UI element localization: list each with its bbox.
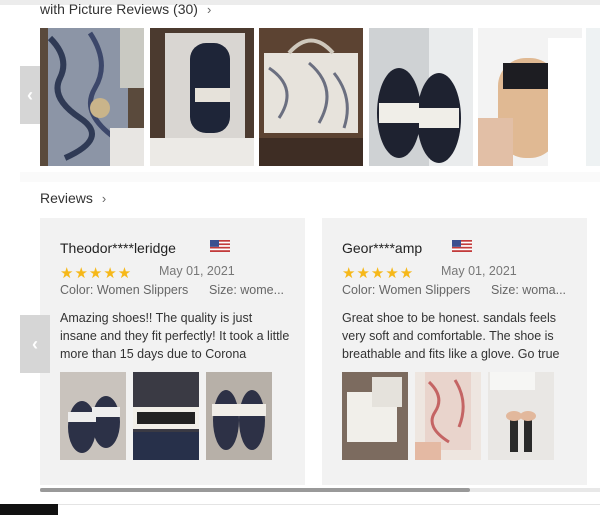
review-photo[interactable] <box>150 28 254 166</box>
review-color: Color: Women Slippers <box>342 283 471 297</box>
review-thumbnail[interactable] <box>206 372 272 460</box>
bottom-left-bar <box>0 504 58 515</box>
review-photo[interactable] <box>259 28 363 166</box>
review-photo[interactable] <box>369 28 473 166</box>
review-size: Size: wome... <box>209 283 285 297</box>
review-photo[interactable] <box>478 28 582 166</box>
review-photo-strip <box>40 28 600 166</box>
review-card: Theodor****leridge ★★★★★ May 01, 2021 Co… <box>40 218 305 485</box>
photo-strip-fade <box>586 28 600 166</box>
review-thumbnail[interactable] <box>60 372 126 460</box>
picture-reviews-title: with Picture Reviews (30) <box>40 1 198 17</box>
horizontal-scrollbar-thumb[interactable] <box>40 488 470 492</box>
picture-reviews-header[interactable]: with Picture Reviews (30) › <box>40 1 211 17</box>
us-flag-icon <box>452 240 472 252</box>
review-text: Amazing shoes!! The quality is just insa… <box>60 311 290 361</box>
review-thumbnail[interactable] <box>133 372 199 460</box>
review-thumbnail[interactable] <box>488 372 554 460</box>
us-flag-icon <box>210 240 230 252</box>
review-color: Color: Women Slippers <box>60 283 189 297</box>
star-rating: ★★★★★ <box>342 265 415 282</box>
review-thumbnail[interactable] <box>342 372 408 460</box>
review-date: May 01, 2021 <box>441 264 517 278</box>
review-date: May 01, 2021 <box>159 264 235 278</box>
chevron-right-icon: › <box>101 190 107 206</box>
chevron-right-icon: › <box>206 1 212 17</box>
reviewer-name: Geor****amp <box>342 240 423 256</box>
reviews-prev-button[interactable]: ‹ <box>20 315 50 373</box>
review-size: Size: woma... <box>491 283 567 297</box>
star-rating: ★★★★★ <box>60 265 133 282</box>
review-card: Geor****amp ★★★★★ May 01, 2021 Color: Wo… <box>322 218 587 485</box>
review-text: Great shoe to be honest. sandals feels v… <box>342 311 560 361</box>
page-bottom-edge <box>0 504 600 516</box>
chevron-left-icon: ‹ <box>32 333 38 354</box>
section-divider <box>20 172 600 182</box>
reviews-header[interactable]: Reviews › <box>40 190 106 206</box>
reviewer-name: Theodor****leridge <box>60 240 176 256</box>
photos-prev-button[interactable]: ‹ <box>20 66 40 124</box>
reviews-title: Reviews <box>40 190 93 206</box>
review-photo[interactable] <box>40 28 144 166</box>
chevron-left-icon: ‹ <box>27 84 33 105</box>
review-thumbnail[interactable] <box>415 372 481 460</box>
